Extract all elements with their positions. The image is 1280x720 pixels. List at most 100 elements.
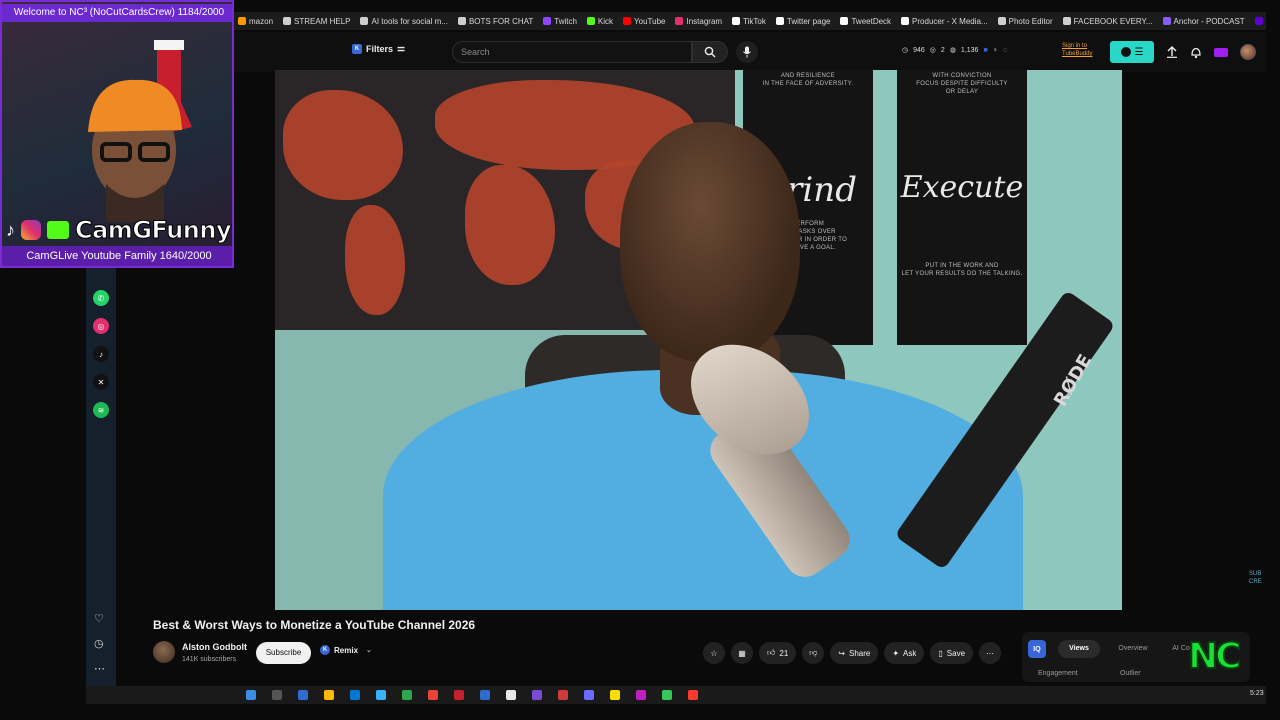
camera-badge-icon[interactable] xyxy=(1214,47,1228,57)
more-icon[interactable]: ⋯ xyxy=(94,662,105,675)
taskbar-app-icon[interactable] xyxy=(688,690,698,700)
grid-icon: ▦ xyxy=(738,648,746,658)
taskbar-app-icon[interactable] xyxy=(636,690,646,700)
dislike-button[interactable]: 👎︎ xyxy=(802,642,825,664)
subscribe-button[interactable]: Subscribe xyxy=(256,642,311,664)
taskbar-app-icon[interactable] xyxy=(584,690,594,700)
whatsapp-icon[interactable]: ✆ xyxy=(93,290,109,306)
tubebuddy-signin-link[interactable]: Sign in to TubeBuddy xyxy=(1062,42,1102,58)
sparkle-icon: ✦ xyxy=(892,648,900,658)
vidiq-icon: K xyxy=(320,645,330,655)
bookmark-item[interactable]: Instagram xyxy=(675,17,722,26)
heart-icon[interactable]: ♡ xyxy=(94,612,105,625)
taskbar-app-icon[interactable] xyxy=(610,690,620,700)
ask-button[interactable]: ✦ Ask xyxy=(884,642,925,664)
search-input[interactable]: Search xyxy=(452,41,692,63)
bookmark-label: Photo Editor xyxy=(1008,16,1053,26)
bulb-icon[interactable]: ♀ xyxy=(993,47,998,54)
taskbar-app-icon[interactable] xyxy=(324,690,334,700)
x-icon[interactable]: ✕ xyxy=(93,374,109,390)
extension-menu-button[interactable]: ☰ xyxy=(1110,41,1154,63)
taskbar-app-icon[interactable] xyxy=(506,690,516,700)
screen: mazon STREAM HELP AI tools for social m...… xyxy=(0,0,1280,720)
extension-logo-icon xyxy=(1120,47,1131,57)
upload-icon[interactable] xyxy=(1166,46,1178,58)
taskbar-app-icon[interactable] xyxy=(532,690,542,700)
remix-button[interactable]: K Remix ⌄ xyxy=(320,645,372,655)
bookmark-item[interactable]: mazon xyxy=(238,17,273,26)
bookmark-label: YouTube xyxy=(634,16,666,26)
taskbar-app-icon[interactable] xyxy=(402,690,412,700)
video-actions: ☆ ▦ 👍︎ 21 👎︎ ↪ Share ✦ Ask ▯ Save ⋯ xyxy=(703,642,1002,664)
taskbar-app-icon[interactable] xyxy=(662,690,672,700)
bookmark-label: Twitter page xyxy=(786,16,831,26)
like-count: 21 xyxy=(779,648,789,658)
map-continent xyxy=(283,90,403,200)
taskbar-app-icon[interactable] xyxy=(350,690,360,700)
vidiq-icon: K xyxy=(352,43,362,54)
grid-button[interactable]: ▦ xyxy=(731,642,753,664)
bookmark-item[interactable]: TweetDeck xyxy=(840,17,891,26)
bookmark-item[interactable]: TikTok xyxy=(732,17,766,26)
taskbar-app-icon[interactable] xyxy=(480,690,490,700)
taskbar-app-icon[interactable] xyxy=(454,690,464,700)
ask-label: Ask xyxy=(903,648,917,658)
video-player[interactable]: AND RESILIENCE IN THE FACE OF ADVERSITY.… xyxy=(275,70,1122,610)
bookmark-item[interactable]: Kick xyxy=(586,17,613,26)
share-button[interactable]: ↪ Share xyxy=(830,642,879,664)
bookmark-item[interactable]: STREAM HELP xyxy=(283,17,350,26)
bookmark-item[interactable]: Twitch xyxy=(543,17,577,26)
bookmark-item[interactable]: Photo Editor xyxy=(997,16,1053,26)
bookmark-item[interactable]: Yahoo Mail xyxy=(1254,17,1266,26)
taskbar-app-icon[interactable] xyxy=(558,690,568,700)
bookmark-item[interactable]: YouTube xyxy=(623,17,665,26)
corner-overlay-label: SUB CRE xyxy=(1249,571,1262,585)
voice-search-button[interactable] xyxy=(736,41,758,63)
like-button[interactable]: 👍︎ 21 xyxy=(759,642,797,664)
bookmark-item[interactable]: BOTS FOR CHAT xyxy=(457,17,533,26)
views-count: 946 xyxy=(913,46,925,54)
bookmark-item[interactable]: Twitter page xyxy=(775,16,831,26)
bookmark-label: TikTok xyxy=(743,16,766,26)
comment-icon: ◎ xyxy=(929,47,936,54)
video-title: Best & Worst Ways to Monetize a YouTube … xyxy=(153,618,476,632)
account-avatar[interactable] xyxy=(1240,44,1256,60)
save-label: Save xyxy=(946,648,966,658)
menu-icon: ☰ xyxy=(1134,46,1144,58)
history-icon[interactable]: ◷ xyxy=(94,637,105,650)
taskbar-app-icon[interactable] xyxy=(376,690,386,700)
kick-icon xyxy=(47,221,69,239)
bookmark-item[interactable]: Producer - X Media... xyxy=(901,17,988,26)
bookmark-label: mazon xyxy=(249,16,274,26)
tab-views[interactable]: Views xyxy=(1058,640,1100,658)
bookmark-item[interactable]: AI tools for social m... xyxy=(360,17,448,26)
sliders-icon: ⚌ xyxy=(397,43,406,53)
taskbar-app-icon[interactable] xyxy=(428,690,438,700)
star-button[interactable]: ☆ xyxy=(703,642,725,664)
search-button[interactable] xyxy=(692,41,728,63)
taskbar-app-icon[interactable] xyxy=(246,690,256,700)
instagram-icon[interactable]: ◎ xyxy=(93,318,109,334)
tab-overview[interactable]: Overview xyxy=(1110,640,1156,658)
sync-icon[interactable]: ◌ xyxy=(1003,47,1007,54)
taskbar-app-icon[interactable] xyxy=(298,690,308,700)
save-button[interactable]: ▯ Save xyxy=(930,642,974,664)
channel-name[interactable]: Alston Godbolt xyxy=(182,642,247,652)
clock-icon: ◷ xyxy=(902,47,909,54)
bookmark-item[interactable]: Anchor - PODCAST xyxy=(1162,17,1245,26)
more-actions-button[interactable]: ⋯ xyxy=(979,642,1002,664)
filters-button[interactable]: K Filters ⚌ xyxy=(352,43,405,54)
bookmark-item[interactable]: FACEBOOK EVERY... xyxy=(1062,17,1153,26)
spotify-icon[interactable]: ≋ xyxy=(93,402,109,418)
map-continent xyxy=(345,205,405,315)
extension-icon[interactable]: ■ xyxy=(983,47,987,54)
bell-icon[interactable] xyxy=(1190,46,1202,59)
channel-avatar[interactable] xyxy=(153,641,175,663)
tiktok-icon[interactable]: ♪ xyxy=(93,346,109,362)
doc-icon xyxy=(360,17,369,25)
webcam-goal-top: Welcome to NC³ (NoCutCardsCrew) 1184/200… xyxy=(2,4,232,22)
instagram-icon xyxy=(675,17,684,25)
video-stats: ◷ 946 ◎ 2 ◍ 1,136 ■ ♀ ◌ xyxy=(902,46,1007,55)
star-icon: ☆ xyxy=(710,648,718,658)
taskbar-app-icon[interactable] xyxy=(272,690,282,700)
